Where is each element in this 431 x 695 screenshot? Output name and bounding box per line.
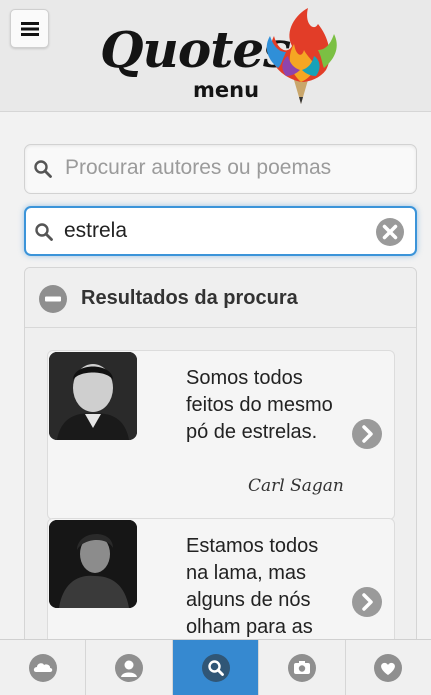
search-results-panel: Resultados da procura Somos todos feitos… bbox=[24, 267, 417, 647]
camera-icon bbox=[287, 654, 316, 682]
search-authors-field[interactable]: Procurar autores ou poemas bbox=[24, 144, 417, 194]
logo-sub: menu bbox=[193, 78, 260, 102]
search-icon bbox=[201, 654, 230, 682]
nav-camera[interactable] bbox=[259, 640, 346, 695]
hamburger-icon bbox=[20, 21, 39, 36]
quote-text: Somos todos feitos do mesmo pó de estrel… bbox=[186, 367, 333, 443]
quote-author: Carl Sagan bbox=[248, 476, 344, 496]
chevron-right-icon[interactable] bbox=[351, 418, 383, 450]
search-quotes-field[interactable] bbox=[24, 206, 417, 256]
results-header[interactable]: Resultados da procura bbox=[25, 268, 416, 328]
author-photo bbox=[49, 352, 137, 440]
chevron-right-icon[interactable] bbox=[351, 586, 383, 618]
author-photo bbox=[49, 520, 137, 608]
quote-card[interactable]: Estamos todos na lama, mas alguns de nós… bbox=[47, 518, 395, 646]
app-logo: Quotes menu bbox=[96, 6, 346, 106]
search-quotes-input[interactable] bbox=[64, 216, 364, 246]
user-icon bbox=[115, 654, 144, 682]
clear-icon[interactable] bbox=[375, 217, 405, 247]
app-header: Quotes menu bbox=[0, 0, 431, 112]
quote-card[interactable]: Somos todos feitos do mesmo pó de estrel… bbox=[47, 350, 395, 520]
search-authors-placeholder: Procurar autores ou poemas bbox=[65, 156, 332, 179]
search-icon bbox=[35, 223, 53, 241]
nav-user[interactable] bbox=[86, 640, 173, 695]
nav-cloud[interactable] bbox=[0, 640, 87, 695]
search-icon bbox=[34, 160, 52, 178]
cloud-icon bbox=[28, 654, 57, 682]
quote-text: Estamos todos na lama, mas alguns de nós… bbox=[186, 535, 319, 638]
nav-search[interactable] bbox=[172, 640, 260, 695]
menu-button[interactable] bbox=[10, 9, 49, 48]
minus-icon[interactable] bbox=[38, 284, 68, 314]
nav-favorites[interactable] bbox=[346, 640, 431, 695]
bottom-nav bbox=[0, 639, 431, 695]
heart-icon bbox=[374, 654, 403, 682]
pencil-flame-icon bbox=[266, 8, 337, 104]
results-title: Resultados da procura bbox=[81, 287, 298, 309]
